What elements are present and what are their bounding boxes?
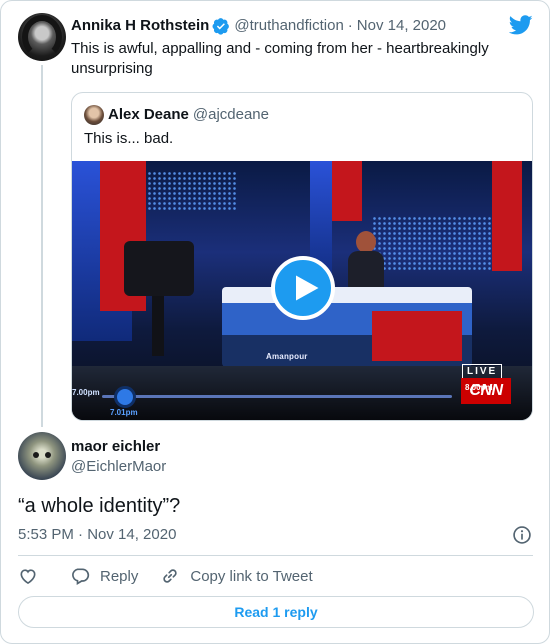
schedule-time-right: 8.00pm [465,383,493,392]
divider [18,555,533,556]
tweet-embed-card: Annika H Rothstein @truthandfiction · No… [0,0,550,644]
video-thumbnail[interactable]: Amanpour LIVE CNN 7.00pm 7.01pm 8.00pm [72,161,532,420]
reply-button[interactable]: Reply [70,566,138,586]
action-bar: Reply Copy link to Tweet [18,564,313,588]
twitter-logo-icon[interactable] [509,13,533,37]
author-name[interactable]: Annika H Rothstein [71,16,209,36]
reply-author-name[interactable]: maor eichler [71,437,160,457]
info-icon[interactable] [512,525,532,545]
copy-link-button[interactable]: Copy link to Tweet [160,566,313,586]
play-button[interactable] [271,256,335,320]
play-icon [295,275,318,301]
tweet-date[interactable]: Nov 14, 2020 [357,16,446,36]
quoted-tweet[interactable]: Alex Deane @ajcdeane This is... bad. Ama… [71,92,533,421]
schedule-marker [114,386,136,408]
quoted-author-handle: @ajcdeane [192,106,269,123]
copy-link-label: Copy link to Tweet [190,567,313,585]
quoted-author-name: Alex Deane [108,106,189,123]
schedule-bar [102,395,452,398]
schedule-time-left: 7.00pm [72,388,100,397]
like-button[interactable] [18,566,38,586]
reply-avatar[interactable] [18,432,66,480]
tweet-text: This is awful, appalling and - coming fr… [71,40,489,77]
anchor-figure [346,231,386,287]
tweet-header: Annika H Rothstein @truthandfiction · No… [71,16,446,36]
reply-author-handle[interactable]: @EichlerMaor [71,457,166,477]
lower-third-name: Amanpour [266,352,308,361]
author-handle[interactable]: @truthandfiction [234,16,343,36]
read-replies-button[interactable]: Read 1 reply [18,596,534,628]
verified-badge-icon [212,18,230,35]
heart-icon [20,569,36,585]
reply-timestamp[interactable]: 5:53 PM · Nov 14, 2020 [18,525,176,545]
schedule-time-current: 7.01pm [110,408,138,417]
link-icon [163,569,178,583]
quoted-tweet-text: This is... bad. [84,130,174,147]
studio-camera [102,241,212,361]
separator: · [347,17,353,34]
reply-icon [72,568,90,585]
reply-label: Reply [100,567,139,585]
reply-text: “a whole identity”? [18,495,181,517]
thread-connector [41,65,43,427]
quoted-tweet-header: Alex Deane @ajcdeane [84,105,269,125]
quoted-avatar [84,105,104,125]
avatar[interactable] [18,13,66,61]
live-badge: LIVE [462,364,503,379]
